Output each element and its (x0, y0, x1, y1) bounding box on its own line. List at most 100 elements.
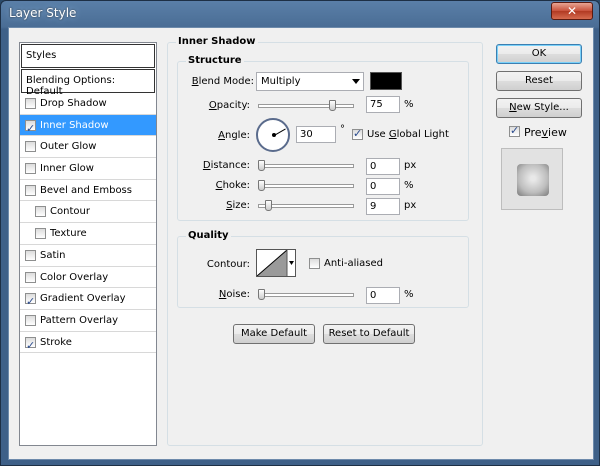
size-input[interactable]: 9 (366, 198, 400, 215)
style-item-checkbox[interactable] (25, 271, 36, 283)
choke-slider[interactable] (258, 180, 354, 191)
anti-aliased-label[interactable]: Anti-aliased (324, 258, 383, 269)
style-item-checkbox[interactable] (25, 291, 36, 312)
reset-button[interactable]: Reset (496, 71, 582, 91)
use-global-light-checkbox[interactable] (352, 127, 363, 140)
style-preview-box (501, 148, 563, 210)
contour-picker[interactable] (256, 249, 296, 277)
style-item-checkbox[interactable] (25, 163, 36, 175)
use-global-light-label[interactable]: Use Global Light (367, 129, 449, 140)
distance-input[interactable]: 0 (366, 158, 400, 175)
style-preview-swatch (517, 164, 549, 196)
dialog-client-area: Styles Blending Options: Default Drop Sh… (8, 27, 594, 460)
choke-label: Choke: (215, 180, 250, 191)
contour-label: Contour: (206, 259, 250, 270)
anti-aliased-checkbox[interactable] (309, 258, 320, 269)
styles-list-panel: Styles Blending Options: Default Drop Sh… (19, 42, 157, 446)
angle-dial[interactable] (256, 118, 290, 152)
style-item-bevel-and-emboss[interactable]: Bevel and Emboss (20, 180, 156, 202)
style-item-checkbox[interactable] (35, 206, 46, 218)
style-item-checkbox[interactable] (25, 249, 36, 261)
styles-header[interactable]: Styles (21, 44, 155, 68)
noise-input[interactable]: 0 (366, 287, 400, 304)
quality-group: Quality Contour: Anti-aliased Noise: 0 % (177, 230, 469, 308)
layer-style-window: Layer Style ✕ Styles Blending Options: D… (0, 0, 600, 466)
style-item-label: Drop Shadow (40, 98, 107, 109)
blending-options-item[interactable]: Blending Options: Default (21, 69, 155, 97)
style-item-label: Stroke (40, 336, 72, 348)
distance-slider[interactable] (258, 160, 354, 171)
quality-title: Quality (186, 230, 231, 241)
distance-unit: px (404, 160, 417, 171)
preview-label[interactable]: Preview (524, 126, 567, 139)
opacity-unit: % (404, 99, 414, 110)
ok-button[interactable]: OK (496, 44, 582, 64)
reset-to-default-button[interactable]: Reset to Default (323, 324, 415, 344)
style-item-checkbox[interactable] (25, 314, 36, 326)
style-item-gradient-overlay[interactable]: Gradient Overlay (20, 288, 156, 312)
style-item-inner-glow[interactable]: Inner Glow (20, 158, 156, 180)
opacity-slider-thumb[interactable] (329, 100, 336, 111)
inner-shadow-title: Inner Shadow (176, 36, 258, 47)
close-button[interactable]: ✕ (551, 2, 593, 20)
style-item-label: Color Overlay (40, 271, 109, 283)
preview-checkbox[interactable] (509, 124, 520, 137)
distance-slider-thumb[interactable] (258, 160, 265, 171)
blend-mode-value: Multiply (261, 76, 301, 87)
style-item-satin[interactable]: Satin (20, 245, 156, 267)
style-item-color-overlay[interactable]: Color Overlay (20, 267, 156, 289)
style-item-label: Pattern Overlay (40, 314, 119, 326)
style-item-contour[interactable]: Contour (20, 201, 156, 224)
size-slider[interactable] (258, 200, 354, 211)
title-bar[interactable]: Layer Style ✕ (1, 1, 599, 27)
choke-input[interactable]: 0 (366, 178, 400, 195)
style-item-checkbox[interactable] (25, 335, 36, 356)
opacity-input[interactable]: 75 (366, 96, 400, 113)
style-item-checkbox[interactable] (25, 98, 36, 109)
size-unit: px (404, 200, 417, 211)
structure-title: Structure (186, 55, 244, 66)
noise-unit: % (404, 289, 414, 300)
style-item-checkbox[interactable] (25, 141, 36, 153)
opacity-slider[interactable] (258, 100, 354, 111)
make-default-button[interactable]: Make Default (233, 324, 315, 344)
window-title: Layer Style (9, 6, 77, 20)
angle-dial-needle (274, 128, 286, 136)
chevron-down-icon (352, 79, 360, 84)
style-item-label: Gradient Overlay (40, 293, 126, 305)
angle-unit: ° (340, 124, 345, 135)
noise-slider-thumb[interactable] (258, 289, 265, 300)
blend-mode-select[interactable]: Multiply (256, 72, 364, 91)
new-style-button[interactable]: New Style... (496, 98, 582, 118)
style-item-outer-glow[interactable]: Outer Glow (20, 136, 156, 159)
style-items-list: Drop Shadow Inner Shadow Outer Glow Inner G… (20, 93, 156, 356)
structure-group: Structure Blend Mode: Multiply Opacity: … (177, 55, 469, 221)
style-item-label: Contour (50, 206, 90, 218)
style-item-checkbox[interactable] (35, 228, 46, 240)
style-item-checkbox[interactable] (25, 184, 36, 196)
style-item-label: Outer Glow (40, 141, 97, 153)
size-label: Size: (226, 200, 250, 211)
inner-shadow-group: Inner Shadow Structure Blend Mode: Multi… (167, 36, 483, 446)
style-item-label: Inner Glow (40, 163, 94, 175)
style-item-inner-shadow[interactable]: Inner Shadow (20, 114, 156, 139)
style-item-stroke[interactable]: Stroke (20, 332, 156, 356)
style-item-label: Texture (50, 228, 87, 240)
shadow-color-swatch[interactable] (370, 72, 402, 90)
size-slider-thumb[interactable] (265, 200, 272, 211)
noise-slider[interactable] (258, 289, 354, 300)
style-item-label: Bevel and Emboss (40, 184, 132, 196)
blend-mode-label: Blend Mode: (191, 76, 254, 87)
style-item-checkbox[interactable] (25, 118, 36, 139)
style-item-texture[interactable]: Texture (20, 223, 156, 245)
noise-label: Noise: (218, 289, 250, 300)
opacity-label: Opacity: (208, 100, 250, 111)
contour-curve-icon (256, 249, 294, 277)
distance-label: Distance: (202, 160, 250, 171)
style-item-drop-shadow[interactable]: Drop Shadow (20, 93, 156, 115)
choke-slider-thumb[interactable] (258, 180, 265, 191)
style-item-pattern-overlay[interactable]: Pattern Overlay (20, 310, 156, 332)
style-item-label: Inner Shadow (40, 119, 109, 131)
angle-input[interactable]: 30 (296, 126, 336, 143)
angle-label: Angle: (218, 130, 250, 141)
